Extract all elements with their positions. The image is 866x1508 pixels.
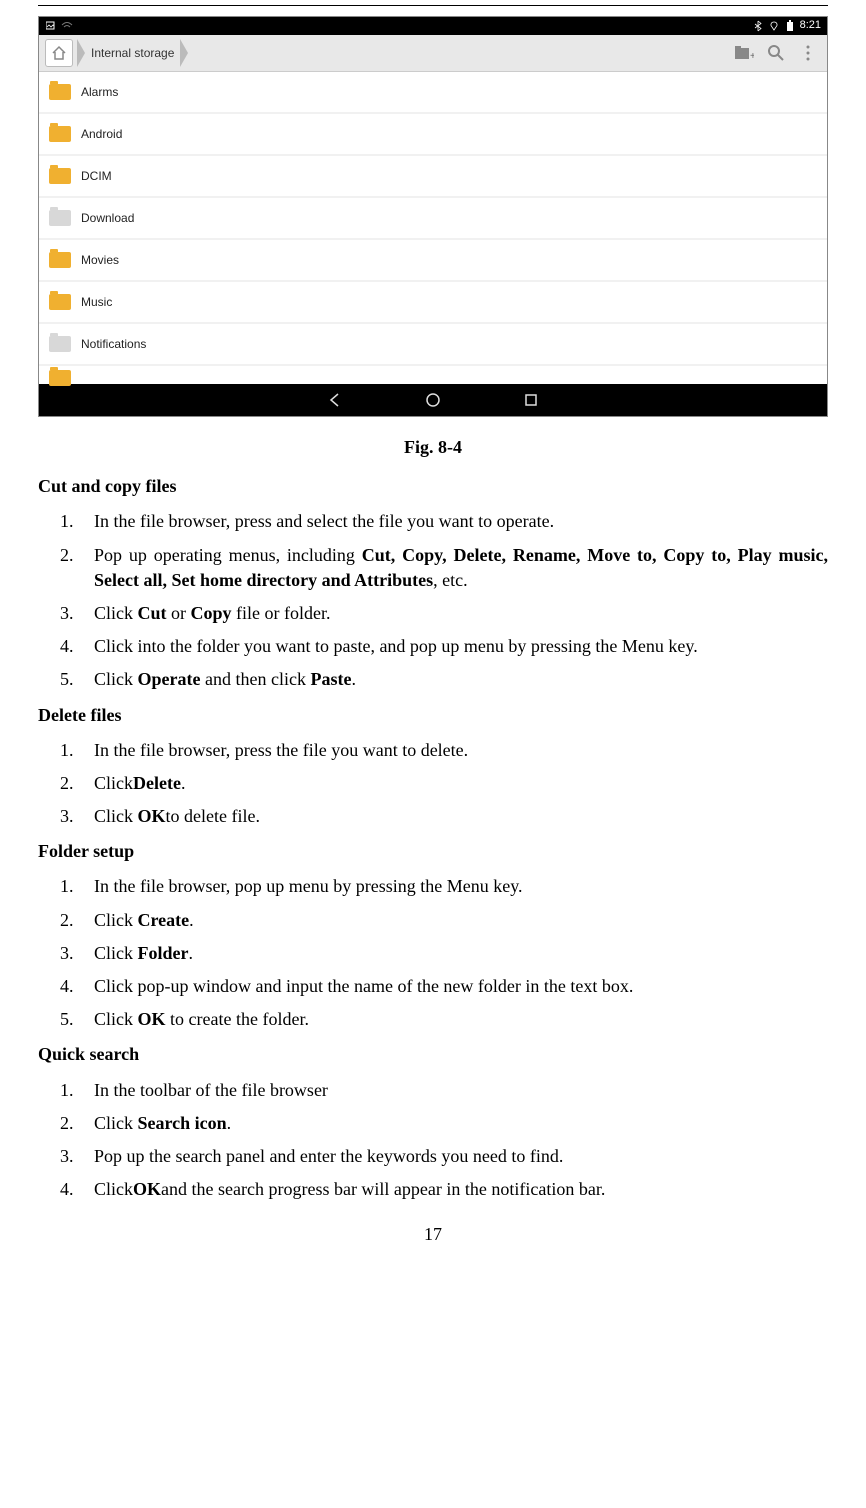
folder-icon	[49, 84, 71, 100]
folder-icon	[49, 370, 71, 386]
folder-name: Download	[81, 210, 134, 227]
breadcrumb[interactable]: Internal storage	[87, 39, 178, 67]
steps-list: In the file browser, press the file you …	[60, 738, 828, 830]
step-item: In the file browser, press and select th…	[60, 509, 828, 534]
step-item: In the toolbar of the file browser	[60, 1078, 828, 1103]
folder-icon	[49, 210, 71, 226]
chevron-icon	[180, 39, 188, 67]
section-title: Cut and copy files	[38, 474, 828, 499]
folder-icon	[49, 252, 71, 268]
step-item: Click Operate and then click Paste.	[60, 667, 828, 692]
page-number: 17	[38, 1222, 828, 1247]
steps-list: In the file browser, pop up menu by pres…	[60, 874, 828, 1032]
folder-icon	[49, 336, 71, 352]
step-item: In the file browser, pop up menu by pres…	[60, 874, 828, 899]
step-item: Click OKto delete file.	[60, 804, 828, 829]
location-icon	[768, 20, 780, 32]
bluetooth-icon	[752, 20, 764, 32]
section-title: Folder setup	[38, 839, 828, 864]
file-list: Alarms Android DCIM Download Movies Musi…	[39, 72, 827, 384]
folder-row[interactable]: DCIM	[39, 156, 827, 196]
nav-recent-button[interactable]	[522, 391, 540, 409]
folder-row[interactable]: Notifications	[39, 324, 827, 364]
folder-row[interactable]: Alarms	[39, 72, 827, 112]
screenshot-file-browser: 8:21 Internal storage + Alarms Android D…	[38, 16, 828, 417]
breadcrumb-label: Internal storage	[87, 45, 178, 62]
home-icon	[51, 45, 67, 61]
wifi-icon	[61, 20, 73, 32]
path-bar: Internal storage +	[39, 35, 827, 72]
step-item: Pop up operating menus, including Cut, C…	[60, 543, 828, 593]
step-item: ClickOKand the search progress bar will …	[60, 1177, 828, 1202]
back-icon	[327, 392, 343, 408]
folder-name: Movies	[81, 252, 119, 269]
step-item: Click Create.	[60, 908, 828, 933]
top-rule	[38, 5, 828, 6]
folder-row[interactable]: Download	[39, 198, 827, 238]
step-item: Pop up the search panel and enter the ke…	[60, 1144, 828, 1169]
section-title: Quick search	[38, 1042, 828, 1067]
step-item: Click Search icon.	[60, 1111, 828, 1136]
folder-add-icon: +	[734, 45, 754, 61]
step-item: Click OK to create the folder.	[60, 1007, 828, 1032]
overflow-icon	[805, 44, 811, 62]
nav-back-button[interactable]	[326, 391, 344, 409]
steps-list: In the file browser, press and select th…	[60, 509, 828, 692]
folder-name: Notifications	[81, 336, 146, 353]
menu-overflow-button[interactable]	[795, 40, 821, 66]
status-bar: 8:21	[39, 17, 827, 35]
figure-caption: Fig. 8-4	[38, 435, 828, 460]
battery-icon	[784, 20, 796, 32]
gallery-icon	[45, 20, 57, 32]
circle-icon	[425, 392, 441, 408]
folder-icon	[49, 294, 71, 310]
folder-name: Android	[81, 126, 122, 143]
folder-name: Music	[81, 294, 112, 311]
section-title: Delete files	[38, 703, 828, 728]
step-item: Click Folder.	[60, 941, 828, 966]
search-icon	[767, 44, 785, 62]
search-button[interactable]	[763, 40, 789, 66]
chevron-icon	[77, 39, 85, 67]
square-icon	[523, 392, 539, 408]
steps-list: In the toolbar of the file browser Click …	[60, 1078, 828, 1203]
step-item: ClickDelete.	[60, 771, 828, 796]
folder-row[interactable]: Android	[39, 114, 827, 154]
step-item: Click pop-up window and input the name o…	[60, 974, 828, 999]
nav-home-button[interactable]	[424, 391, 442, 409]
folder-name: DCIM	[81, 168, 112, 185]
step-item: In the file browser, press the file you …	[60, 738, 828, 763]
folder-name: Alarms	[81, 84, 118, 101]
svg-text:+: +	[750, 51, 754, 61]
folder-row[interactable]: Music	[39, 282, 827, 322]
step-item: Click Cut or Copy file or folder.	[60, 601, 828, 626]
folder-icon	[49, 168, 71, 184]
add-folder-button[interactable]: +	[731, 40, 757, 66]
folder-row-partial	[39, 366, 827, 384]
home-button[interactable]	[45, 39, 73, 67]
folder-icon	[49, 126, 71, 142]
nav-bar	[39, 384, 827, 416]
step-item: Click into the folder you want to paste,…	[60, 634, 828, 659]
folder-row[interactable]: Movies	[39, 240, 827, 280]
status-time: 8:21	[800, 18, 821, 33]
